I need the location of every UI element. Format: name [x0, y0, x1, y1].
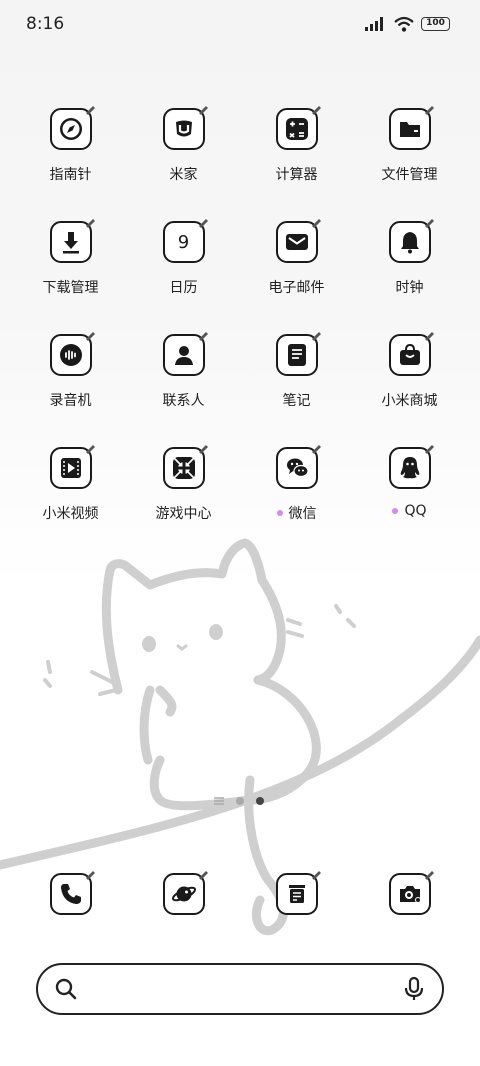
page-indicator[interactable]	[214, 797, 264, 805]
app-qq[interactable]: QQ	[353, 445, 466, 560]
app-label: 文件管理	[381, 167, 438, 183]
app-contacts[interactable]: 联系人	[127, 332, 240, 447]
app-label: 日历	[169, 280, 198, 296]
paperclip-icon	[311, 332, 321, 341]
search-bar[interactable]	[36, 963, 444, 1015]
app-label: 计算器	[275, 167, 318, 183]
app-label: 联系人	[162, 393, 205, 409]
page-dot-active	[256, 797, 264, 805]
paperclip-icon	[85, 871, 95, 880]
search-icon[interactable]	[54, 977, 78, 1001]
dock	[14, 871, 466, 915]
app-calculator[interactable]: 计算器	[240, 106, 353, 221]
app-compass[interactable]: 指南针	[14, 106, 127, 221]
app-label: 录音机	[49, 393, 92, 409]
wechat-icon	[286, 458, 309, 478]
dock-camera[interactable]	[353, 871, 466, 915]
app-calendar[interactable]: 9 日历	[127, 219, 240, 334]
status-icons: 100	[365, 16, 450, 32]
app-recorder[interactable]: 录音机	[14, 332, 127, 447]
app-file-manager[interactable]: 文件管理	[353, 106, 466, 221]
paperclip-icon	[424, 219, 434, 228]
wifi-icon	[394, 16, 414, 32]
app-label: 下载管理	[42, 280, 99, 296]
app-notes[interactable]: 笔记	[240, 332, 353, 447]
paperclip-icon	[424, 106, 434, 115]
paperclip-icon	[424, 332, 434, 341]
dock-browser[interactable]	[127, 871, 240, 915]
messages-icon	[288, 885, 305, 903]
app-label: 小米视频	[42, 506, 99, 522]
folder-icon	[399, 122, 420, 137]
game-icon	[171, 456, 196, 480]
browser-planet-icon	[171, 886, 196, 902]
app-wechat[interactable]: 微信	[240, 445, 353, 560]
app-email[interactable]: 电子邮件	[240, 219, 353, 334]
app-label: 指南针	[49, 167, 92, 183]
notes-icon	[287, 344, 306, 366]
mail-icon	[285, 234, 308, 250]
app-grid: 指南针 米家 计算器 文件管理 下载管理 9 日历 电子邮件 时钟 录音机 联系…	[14, 106, 466, 560]
paperclip-icon	[311, 445, 321, 454]
microphone-icon[interactable]	[402, 976, 426, 1002]
calendar-icon: 9	[177, 231, 190, 253]
paperclip-icon	[424, 445, 434, 454]
recorder-icon	[59, 344, 82, 366]
app-mi-video[interactable]: 小米视频	[14, 445, 127, 560]
page-list-icon	[214, 797, 224, 805]
app-download-manager[interactable]: 下载管理	[14, 219, 127, 334]
qq-icon	[400, 457, 419, 479]
contacts-icon	[174, 346, 193, 365]
mijia-icon	[175, 120, 192, 137]
app-clock[interactable]: 时钟	[353, 219, 466, 334]
paperclip-icon	[85, 219, 95, 228]
app-mijia[interactable]: 米家	[127, 106, 240, 221]
app-game-center[interactable]: 游戏中心	[127, 445, 240, 560]
alarm-bell-icon	[400, 232, 419, 254]
paperclip-icon	[198, 106, 208, 115]
camera-icon	[399, 886, 421, 903]
paperclip-icon	[198, 445, 208, 454]
phone-icon	[60, 884, 81, 904]
app-label: 米家	[169, 167, 198, 183]
download-icon	[62, 232, 79, 254]
video-icon	[60, 458, 81, 478]
paperclip-icon	[424, 871, 434, 880]
app-label: 电子邮件	[268, 280, 325, 296]
app-label: 笔记	[282, 393, 311, 409]
paperclip-icon	[198, 871, 208, 880]
paperclip-icon	[198, 332, 208, 341]
paperclip-icon	[85, 332, 95, 341]
status-bar: 8:16 100	[0, 0, 480, 50]
paperclip-icon	[85, 106, 95, 115]
app-label: 游戏中心	[155, 506, 212, 522]
app-label: 时钟	[395, 280, 424, 296]
paperclip-icon	[311, 219, 321, 228]
app-label: QQ	[404, 503, 427, 519]
paperclip-icon	[311, 871, 321, 880]
shop-bag-icon	[399, 343, 420, 365]
calculator-icon	[285, 118, 308, 140]
paperclip-icon	[311, 106, 321, 115]
dock-phone[interactable]	[14, 871, 127, 915]
paperclip-icon	[85, 445, 95, 454]
app-mi-store[interactable]: 小米商城	[353, 332, 466, 447]
app-label: 小米商城	[381, 393, 438, 409]
app-label: 微信	[288, 506, 317, 522]
search-input[interactable]	[94, 975, 384, 1003]
new-install-dot	[392, 508, 399, 514]
battery-indicator: 100	[421, 17, 450, 31]
compass-icon	[59, 118, 82, 140]
new-install-dot	[276, 510, 283, 516]
cellular-signal-icon	[365, 17, 383, 31]
page-dot-inactive	[236, 797, 244, 805]
dock-messages[interactable]	[240, 871, 353, 915]
status-time: 8:16	[26, 14, 65, 34]
paperclip-icon	[198, 219, 208, 228]
